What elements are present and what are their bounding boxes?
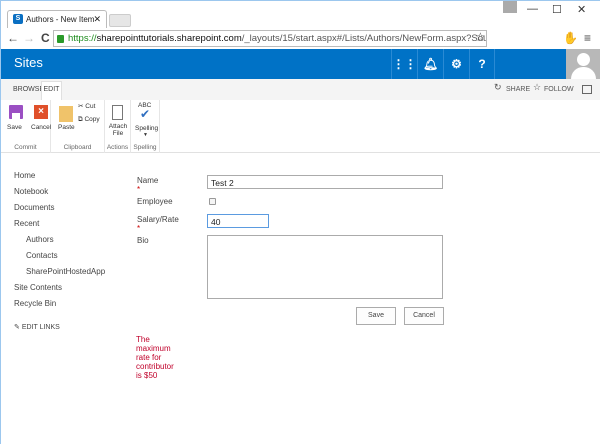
edit-links-label: EDIT LINKS bbox=[21, 324, 60, 331]
employee-label: Employee bbox=[137, 197, 173, 206]
url-path: /_layouts/15/start.aspx#/Lists/Authors/N… bbox=[241, 33, 486, 44]
bio-label: Bio bbox=[137, 236, 149, 245]
profile-icon[interactable] bbox=[503, 1, 517, 13]
salary-label: Salary/Rate * bbox=[137, 215, 179, 233]
ribbon: Save × Cancel Commit Paste ✂ Cut ⧉ Copy … bbox=[1, 100, 600, 153]
tab-browse[interactable]: BROWSE bbox=[13, 86, 44, 93]
name-label: Name * bbox=[137, 176, 158, 194]
share-icon: ↻ bbox=[494, 82, 502, 92]
browser-menu-icon[interactable]: ≡ bbox=[584, 31, 591, 45]
maximize-button[interactable]: ☐ bbox=[552, 3, 562, 16]
salary-label-text: Salary/Rate bbox=[137, 215, 179, 224]
save-button[interactable]: Save bbox=[356, 307, 396, 325]
actions-group: Attach File Actions bbox=[105, 100, 131, 153]
extension-icon[interactable]: ✋ bbox=[563, 31, 578, 45]
nav-recycle-bin[interactable]: Recycle Bin bbox=[14, 296, 105, 312]
new-tab-button[interactable] bbox=[109, 14, 131, 27]
tab-close-icon[interactable]: ✕ bbox=[93, 14, 101, 25]
sharepoint-favicon-icon: S bbox=[13, 14, 23, 24]
employee-checkbox[interactable] bbox=[209, 198, 216, 205]
group-label: Spelling bbox=[133, 144, 157, 151]
dropdown-arrow-icon[interactable]: ▼ bbox=[143, 132, 148, 138]
clipboard-group: Paste ✂ Cut ⧉ Copy Clipboard bbox=[51, 100, 105, 153]
gear-icon[interactable]: ⚙ bbox=[443, 49, 469, 79]
lock-icon bbox=[57, 35, 64, 43]
ribbon-tabs: BROWSE EDIT ↻ SHARE ☆ FOLLOW bbox=[1, 79, 600, 100]
browser-tab[interactable]: S Authors - New Item ✕ bbox=[7, 10, 107, 28]
title-bar: S Authors - New Item ✕ — ☐ ✕ bbox=[1, 1, 600, 28]
nav-site-contents[interactable]: Site Contents bbox=[14, 280, 105, 296]
app-launcher-icon[interactable]: ⋮⋮ bbox=[391, 49, 417, 79]
validation-error-message: The maximum rate for contributor is $50 bbox=[136, 335, 174, 380]
share-button[interactable]: SHARE bbox=[506, 86, 530, 93]
spelling-group: ABC ✔ Spelling ▼ Spelling bbox=[131, 100, 160, 153]
close-window-button[interactable]: ✕ bbox=[577, 3, 586, 16]
edit-links-button[interactable]: ✎ EDIT LINKS bbox=[14, 320, 105, 336]
bell-icon[interactable]: 🔔︎ bbox=[417, 49, 443, 79]
suite-bar: Sites ⋮⋮ 🔔︎ ⚙ ? bbox=[1, 49, 600, 79]
pencil-icon: ✎ bbox=[14, 324, 20, 331]
focus-mode-icon[interactable] bbox=[582, 85, 592, 94]
reload-button[interactable]: C bbox=[41, 31, 50, 45]
nav-documents[interactable]: Documents bbox=[14, 200, 105, 216]
cut-button[interactable]: ✂ Cut bbox=[78, 102, 95, 110]
bookmark-star-icon[interactable]: ☆ bbox=[475, 30, 486, 44]
group-label: Actions bbox=[106, 144, 129, 151]
name-input[interactable]: Test 2 bbox=[207, 175, 443, 189]
url-scheme: https:// bbox=[68, 33, 97, 44]
tab-edit-label: EDIT bbox=[43, 86, 60, 93]
group-label: Clipboard bbox=[63, 144, 92, 151]
cancel-button[interactable]: Cancel bbox=[404, 307, 444, 325]
nav-contacts[interactable]: Contacts bbox=[14, 248, 105, 264]
nav-sharepointhostedapp[interactable]: SharePointHostedApp bbox=[14, 264, 105, 280]
url-host: sharepointtutorials.sharepoint.com bbox=[96, 33, 242, 44]
paste-button[interactable]: Paste bbox=[58, 124, 75, 131]
attach-file-button[interactable]: Attach File bbox=[107, 123, 129, 137]
group-label: Commit bbox=[14, 144, 37, 151]
url-input[interactable]: https://sharepointtutorials.sharepoint.c… bbox=[53, 30, 487, 47]
name-label-text: Name bbox=[137, 176, 159, 185]
address-bar-row: ← → C https://sharepointtutorials.sharep… bbox=[1, 28, 600, 50]
nav-recent[interactable]: Recent bbox=[14, 216, 105, 232]
copy-label: Copy bbox=[84, 116, 100, 123]
nav-notebook[interactable]: Notebook bbox=[14, 184, 105, 200]
required-marker: * bbox=[137, 224, 141, 233]
nav-authors[interactable]: Authors bbox=[14, 232, 105, 248]
spelling-button[interactable]: Spelling bbox=[135, 125, 158, 132]
back-button[interactable]: ← bbox=[7, 31, 19, 45]
nav-home[interactable]: Home bbox=[14, 168, 105, 184]
save-icon bbox=[9, 105, 23, 119]
copy-button[interactable]: ⧉ Copy bbox=[78, 116, 100, 124]
tab-edit[interactable]: EDIT bbox=[41, 81, 62, 100]
salary-rate-input[interactable]: 40 bbox=[207, 214, 269, 228]
bio-textarea[interactable] bbox=[207, 235, 443, 299]
sites-link[interactable]: Sites bbox=[14, 55, 43, 70]
cut-label: Cut bbox=[85, 103, 96, 110]
minimize-button[interactable]: — bbox=[527, 3, 538, 15]
cancel-ribbon-button[interactable]: Cancel bbox=[31, 124, 51, 131]
required-marker: * bbox=[137, 185, 141, 194]
left-navigation: Home Notebook Documents Recent Authors C… bbox=[14, 168, 105, 336]
follow-button[interactable]: FOLLOW bbox=[544, 86, 574, 93]
forward-button[interactable]: → bbox=[23, 31, 35, 45]
cancel-icon: × bbox=[34, 105, 48, 119]
checkmark-icon: ✔ bbox=[140, 107, 151, 121]
star-icon: ☆ bbox=[533, 82, 542, 92]
help-icon[interactable]: ? bbox=[469, 49, 495, 79]
avatar[interactable] bbox=[566, 49, 600, 79]
tab-title: Authors - New Item bbox=[26, 15, 95, 24]
attach-file-icon bbox=[112, 105, 123, 120]
save-ribbon-button[interactable]: Save bbox=[7, 124, 22, 131]
commit-group: Save × Cancel Commit bbox=[1, 100, 51, 153]
paste-icon bbox=[59, 106, 73, 122]
